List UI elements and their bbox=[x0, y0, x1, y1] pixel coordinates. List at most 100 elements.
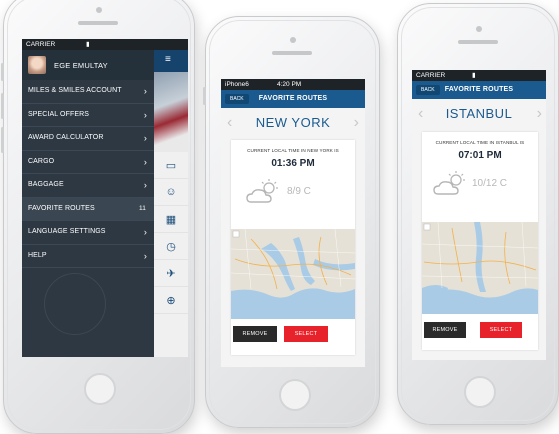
menu-item-favorite-routes[interactable]: FAVORITE ROUTES 11 bbox=[22, 197, 154, 221]
menu-item-award-calculator[interactable]: AWARD CALCULATOR › bbox=[22, 127, 154, 151]
menu-item-special-offers[interactable]: SPECIAL OFFERS › bbox=[22, 104, 154, 127]
route-screen: CARRIER ▮ FAVORITE ROUTES BACK ‹ ISTANBU… bbox=[412, 70, 546, 360]
chevron-left-icon[interactable]: ‹ bbox=[418, 99, 423, 129]
cloud-sun-icon bbox=[246, 179, 278, 203]
logo-watermark bbox=[44, 273, 106, 335]
speaker-grille bbox=[78, 21, 118, 25]
menu-item-cargo[interactable]: CARGO › bbox=[22, 151, 154, 174]
lock-icon: ▮ bbox=[86, 41, 90, 48]
remove-button[interactable]: REMOVE bbox=[233, 326, 277, 342]
local-time: 01:36 PM bbox=[271, 158, 315, 169]
side-menu: EGE EMULTAY MILES & SMILES ACCOUNT › SPE… bbox=[22, 50, 154, 357]
avatar bbox=[28, 56, 46, 74]
status-bar: CARRIER ▮ bbox=[22, 39, 188, 50]
map-graphic bbox=[231, 229, 355, 319]
home-button bbox=[464, 376, 496, 408]
select-button[interactable]: SELECT bbox=[480, 322, 522, 338]
local-time-label: CURRENT LOCAL TIME IN ISTANBUL IS bbox=[435, 140, 525, 145]
home-button bbox=[84, 373, 116, 405]
calendar-icon[interactable]: ▦ bbox=[154, 206, 188, 233]
carrier-label: CARRIER bbox=[26, 41, 56, 48]
menu-item-miles[interactable]: MILES & SMILES ACCOUNT › bbox=[22, 80, 154, 104]
carrier-label: iPhone6 bbox=[225, 81, 249, 88]
menu-item-label: AWARD CALCULATOR bbox=[28, 134, 104, 141]
chevron-right-icon: › bbox=[143, 227, 147, 237]
profile-name: EGE EMULTAY bbox=[54, 60, 108, 70]
promo-image bbox=[154, 72, 188, 152]
side-icon-rail: ≡ ▭ ☺ ▦ ◷ ✈ ⊕ bbox=[154, 50, 188, 357]
route-screen: iPhone6 4:20 PM FAVORITE ROUTES BACK ‹ N… bbox=[221, 79, 365, 367]
profile-header[interactable]: EGE EMULTAY bbox=[22, 50, 154, 80]
local-time: 07:01 PM bbox=[458, 150, 502, 161]
person-icon[interactable]: ☺ bbox=[154, 179, 188, 206]
menu-item-label: HELP bbox=[28, 251, 47, 259]
select-button[interactable]: SELECT bbox=[284, 326, 328, 342]
mute-switch bbox=[1, 63, 4, 81]
route-actions: REMOVE SELECT bbox=[422, 322, 538, 338]
chevron-right-icon: › bbox=[143, 133, 147, 143]
rail-top-bar: ≡ bbox=[154, 50, 188, 72]
phone-menu: CARRIER ▮ EGE EMULTAY MILES & SMILES ACC… bbox=[1, 0, 195, 434]
route-card: CURRENT LOCAL TIME IN ISTANBUL IS 07:01 … bbox=[422, 132, 538, 350]
route-card: CURRENT LOCAL TIME IN NEW YORK IS 01:36 … bbox=[231, 140, 355, 355]
route-map[interactable] bbox=[231, 229, 355, 319]
city-switcher: ‹ NEW YORK › bbox=[221, 108, 365, 138]
volume-up-button bbox=[1, 93, 4, 119]
phone-istanbul: CARRIER ▮ FAVORITE ROUTES BACK ‹ ISTANBU… bbox=[397, 3, 559, 425]
menu-item-help[interactable]: HELP › bbox=[22, 245, 154, 268]
camera-icon bbox=[290, 37, 296, 43]
globe-icon[interactable]: ⊕ bbox=[154, 287, 188, 314]
route-map[interactable] bbox=[422, 222, 538, 314]
menu-item-label: LANGUAGE SETTINGS bbox=[28, 228, 106, 235]
volume-down-button bbox=[1, 127, 4, 153]
menu-item-label: BAGGAGE bbox=[28, 181, 64, 188]
remove-button[interactable]: REMOVE bbox=[424, 322, 466, 338]
city-switcher: ‹ ISTANBUL › bbox=[412, 99, 546, 129]
city-name: ISTANBUL bbox=[445, 106, 513, 121]
temperature: 8/9 C bbox=[287, 186, 311, 197]
chevron-right-icon: › bbox=[143, 109, 147, 120]
chevron-left-icon[interactable]: ‹ bbox=[227, 108, 232, 138]
chevron-right-icon[interactable]: › bbox=[354, 108, 359, 138]
weather-row: 8/9 C bbox=[231, 178, 355, 208]
menu-item-label: FAVORITE ROUTES bbox=[28, 204, 95, 212]
card-icon[interactable]: ▭ bbox=[154, 152, 188, 179]
chevron-right-icon: › bbox=[143, 86, 147, 96]
favorite-count-badge: 11 bbox=[139, 204, 146, 212]
back-button[interactable]: BACK bbox=[225, 94, 249, 104]
plane-icon[interactable]: ✈ bbox=[154, 260, 188, 287]
lock-icon: ▮ bbox=[472, 72, 476, 79]
menu-item-language-settings[interactable]: LANGUAGE SETTINGS › bbox=[22, 221, 154, 245]
nav-bar: FAVORITE ROUTES BACK bbox=[221, 90, 365, 108]
carrier-label: CARRIER bbox=[416, 72, 446, 79]
chevron-right-icon: › bbox=[143, 250, 147, 261]
status-bar: CARRIER ▮ bbox=[412, 70, 546, 81]
menu-item-label: CARGO bbox=[28, 157, 55, 165]
camera-icon bbox=[96, 7, 102, 13]
chevron-right-icon: › bbox=[143, 180, 147, 190]
menu-icon[interactable]: ≡ bbox=[165, 55, 171, 65]
local-time-label: CURRENT LOCAL TIME IN NEW YORK IS bbox=[247, 148, 339, 153]
menu-item-baggage[interactable]: BAGGAGE › bbox=[22, 174, 154, 198]
map-graphic bbox=[422, 222, 538, 314]
camera-icon bbox=[476, 26, 482, 32]
city-name: NEW YORK bbox=[255, 115, 331, 130]
temperature: 10/12 C bbox=[472, 178, 508, 189]
phone-new-york: iPhone6 4:20 PM FAVORITE ROUTES BACK ‹ N… bbox=[203, 16, 380, 428]
speaker-grille bbox=[272, 51, 312, 55]
clock-icon[interactable]: ◷ bbox=[154, 233, 188, 260]
nav-bar: FAVORITE ROUTES BACK bbox=[412, 81, 546, 99]
home-button bbox=[279, 379, 311, 411]
back-button[interactable]: BACK bbox=[416, 85, 440, 95]
chevron-right-icon[interactable]: › bbox=[537, 99, 542, 129]
status-bar: iPhone6 4:20 PM bbox=[221, 79, 365, 90]
menu-screen: CARRIER ▮ EGE EMULTAY MILES & SMILES ACC… bbox=[22, 39, 188, 357]
speaker-grille bbox=[458, 40, 498, 44]
menu-item-label: SPECIAL OFFERS bbox=[28, 110, 90, 118]
mute-switch bbox=[203, 87, 206, 105]
weather-row: 10/12 C bbox=[422, 170, 538, 200]
cloud-sun-icon bbox=[433, 171, 465, 195]
route-actions: REMOVE SELECT bbox=[231, 326, 355, 342]
chevron-right-icon: › bbox=[143, 156, 147, 167]
status-time: 4:20 PM bbox=[277, 81, 302, 88]
